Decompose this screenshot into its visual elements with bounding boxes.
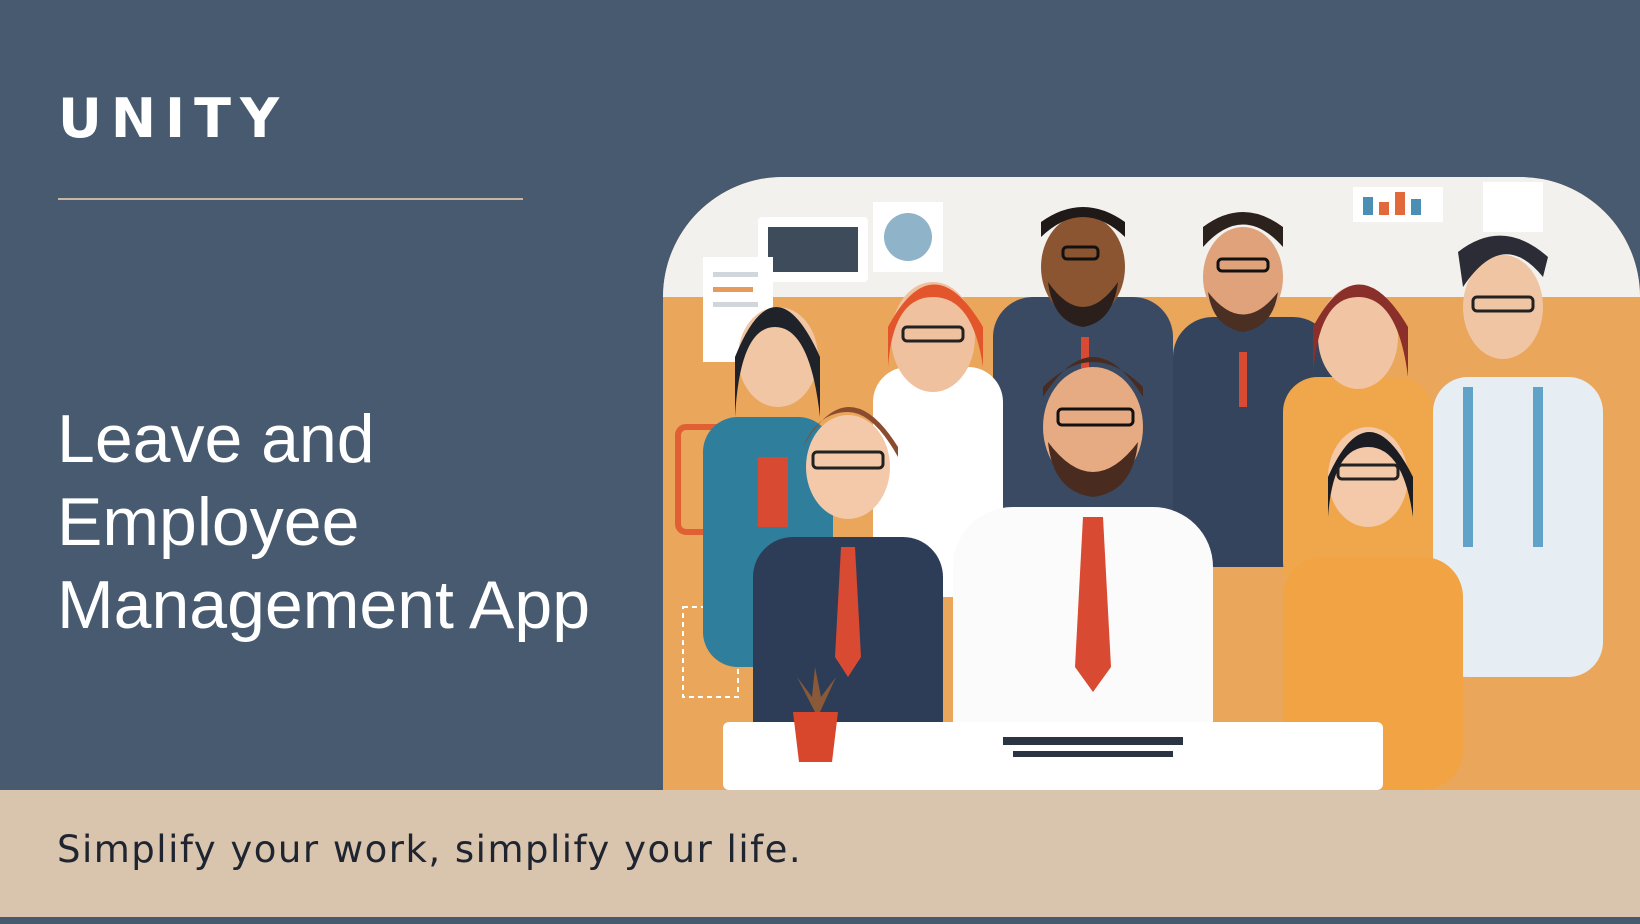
title-line-1: Leave and (57, 401, 375, 477)
divider-line (58, 198, 523, 200)
title-line-2: Employee (57, 484, 360, 560)
title-line-3: Management App (57, 567, 591, 643)
page-title: Leave and Employee Management App (57, 398, 657, 647)
brand-logo: UNITY (58, 87, 289, 150)
title-slide: UNITY Leave and Employee Management App (0, 0, 1640, 924)
bottom-strip (0, 917, 1640, 924)
team-illustration (663, 177, 1640, 790)
tagline: Simplify your work, simplify your life. (57, 828, 803, 871)
